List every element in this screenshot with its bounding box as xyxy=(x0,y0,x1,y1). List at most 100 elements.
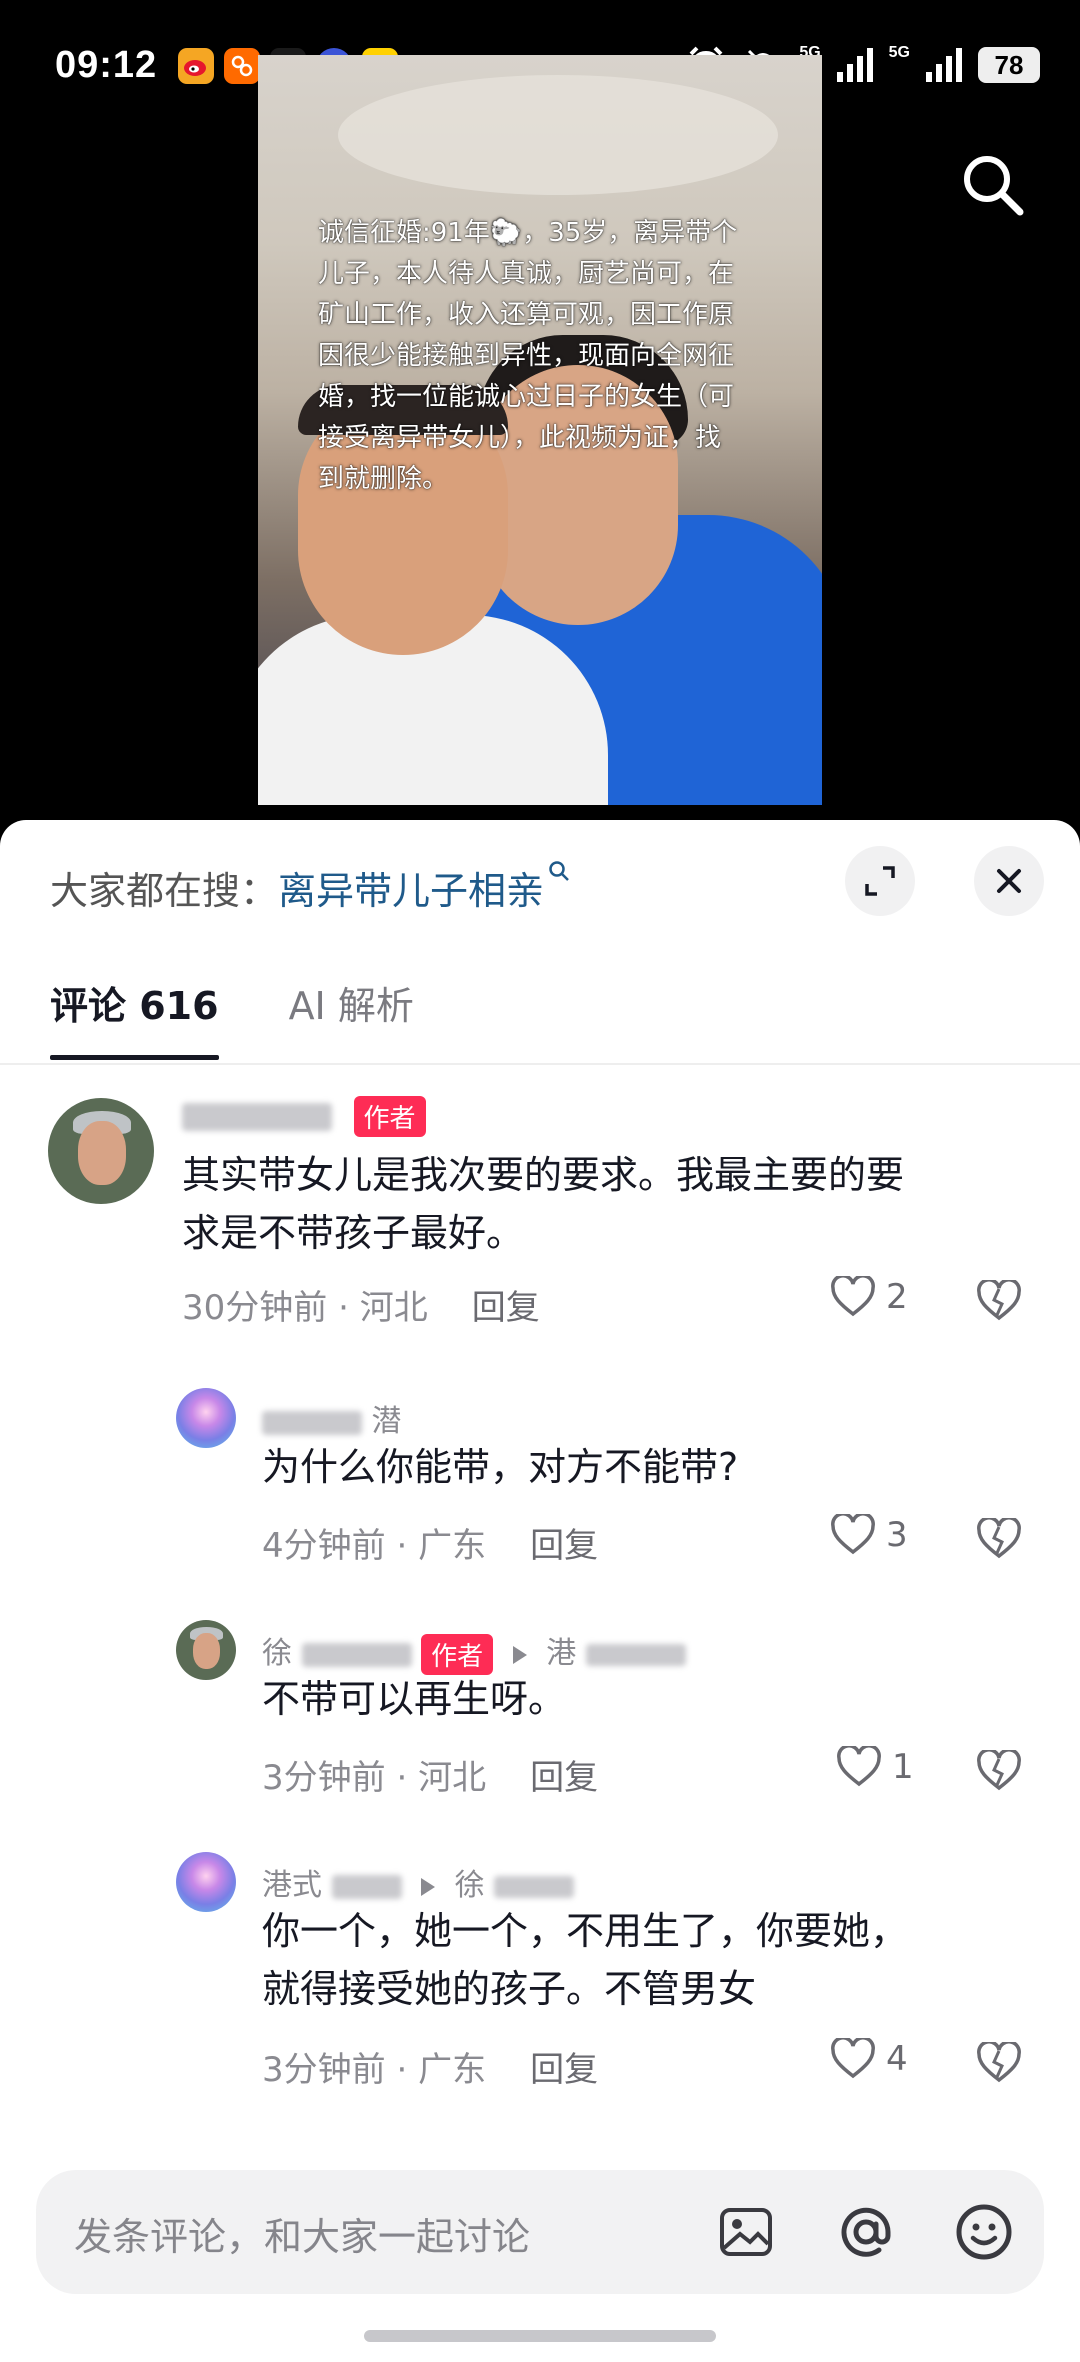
avatar[interactable] xyxy=(176,1620,236,1680)
signal-label-2: 5G xyxy=(888,44,910,61)
reply-to-blurred xyxy=(494,1875,575,1898)
comment-text-line: 你一个，她一个，不用生了，你要她， xyxy=(262,1909,909,1953)
comment-text-line: 为什么你能带，对方不能带? xyxy=(262,1445,739,1489)
comment-tabs: 评论 616 AI 解析 xyxy=(50,975,414,1060)
comment-input[interactable]: 发条评论，和大家一起讨论 xyxy=(74,2206,530,2261)
meta-separator: · xyxy=(385,2050,419,2090)
comment-text-line: 其实带女儿是我次要的要求。我最主要的要 xyxy=(182,1153,905,1197)
username-visible-part: 潜 xyxy=(371,1404,402,1439)
username-visible-part: 徐 xyxy=(262,1636,292,1671)
meta-separator: · xyxy=(385,1526,419,1566)
reply-button[interactable]: 回复 xyxy=(472,1288,540,1328)
comment-username[interactable]: 徐 作者 港 xyxy=(262,1628,686,1675)
author-badge: 作者 xyxy=(353,1096,426,1137)
heart-icon xyxy=(831,1276,875,1317)
video-background xyxy=(338,75,778,195)
like-count: 2 xyxy=(886,1277,908,1317)
reply-arrow-icon xyxy=(421,1877,436,1896)
avatar[interactable] xyxy=(48,1098,154,1204)
comment-meta: 3分钟前 · 河北 回复 xyxy=(262,1750,598,1799)
reply-to-name: 港 xyxy=(546,1636,577,1671)
comment-location: 广东 xyxy=(418,1526,487,1566)
like-button[interactable]: 1 xyxy=(836,1746,914,1788)
like-count: 3 xyxy=(886,1515,908,1555)
comment-text: 你一个，她一个，不用生了，你要她， 就得接受她的孩子。不管男女 xyxy=(262,1902,908,2018)
mention-icon[interactable] xyxy=(836,2202,896,2262)
comment-sheet: 大家都在搜：离异带儿子相亲 评论 616 AI 解析 作者 其实带女儿是我次要的… xyxy=(0,820,1080,2362)
like-count: 1 xyxy=(892,1747,914,1787)
comment-input-bar[interactable]: 发条评论，和大家一起讨论 xyxy=(36,2170,1044,2294)
avatar[interactable] xyxy=(176,1852,236,1912)
heart-icon xyxy=(831,2038,875,2079)
comment-location: 河北 xyxy=(359,1288,428,1328)
username-blurred xyxy=(331,1874,402,1899)
like-button[interactable]: 3 xyxy=(830,1514,908,1556)
close-icon xyxy=(997,869,1021,893)
image-icon[interactable] xyxy=(718,2206,774,2258)
dislike-icon[interactable] xyxy=(976,2042,1022,2084)
comment-username[interactable]: 潜 xyxy=(262,1396,402,1440)
comment-meta: 4分钟前 · 广东 回复 xyxy=(262,1518,598,1567)
comment-time: 3分钟前 xyxy=(262,2050,386,2090)
comment-time: 4分钟前 xyxy=(262,1526,386,1566)
dislike-icon[interactable] xyxy=(976,1750,1022,1792)
meta-separator: · xyxy=(327,1288,360,1328)
dislike-icon[interactable] xyxy=(976,1280,1022,1322)
comment-meta: 30分钟前 · 河北 回复 xyxy=(182,1280,540,1329)
comment-text-line: 求是不带孩子最好。 xyxy=(182,1211,525,1255)
like-button[interactable]: 4 xyxy=(830,2038,908,2080)
avatar-face xyxy=(192,1633,221,1670)
app-orange-icon xyxy=(224,48,260,84)
expand-button[interactable] xyxy=(845,846,915,916)
dislike-icon[interactable] xyxy=(976,1518,1022,1560)
comment-meta: 3分钟前 · 广东 回复 xyxy=(262,2042,598,2091)
hot-search-bar: 大家都在搜：离异带儿子相亲 xyxy=(50,860,570,915)
heart-icon xyxy=(831,1514,875,1555)
username-blurred xyxy=(182,1102,332,1131)
hot-search-link[interactable]: 离异带儿子相亲 xyxy=(278,869,544,913)
comment-text-line: 不带可以再生呀。 xyxy=(262,1677,567,1721)
comment-text: 其实带女儿是我次要的要求。我最主要的要 求是不带孩子最好。 xyxy=(182,1146,904,1262)
comment-time: 30分钟前 xyxy=(182,1288,328,1328)
signal-bars-2-icon xyxy=(926,48,962,82)
hot-search-prefix: 大家都在搜： xyxy=(50,869,279,913)
video-player[interactable]: 诚信征婚:91年🐑，35岁，离异带个儿子，本人待人真诚，厨艺尚可，在矿山工作，收… xyxy=(258,55,822,805)
battery-indicator: 78 xyxy=(978,47,1040,83)
reply-button[interactable]: 回复 xyxy=(530,1526,598,1566)
reply-arrow-icon xyxy=(512,1645,527,1664)
username-visible-part: 港式 xyxy=(262,1868,322,1903)
reply-to-name: 徐 xyxy=(454,1868,485,1903)
avatar-face xyxy=(77,1121,127,1185)
close-button[interactable] xyxy=(974,846,1044,916)
reply-to-blurred xyxy=(585,1643,686,1666)
search-icon[interactable] xyxy=(958,150,1028,220)
tab-divider xyxy=(0,1063,1080,1065)
status-time: 09:12 xyxy=(55,44,158,86)
tab-ai-analysis[interactable]: AI 解析 xyxy=(289,975,414,1060)
username-blurred xyxy=(301,1642,412,1667)
comment-text: 不带可以再生呀。 xyxy=(262,1670,566,1728)
username-blurred xyxy=(262,1410,362,1435)
comment-location: 广东 xyxy=(418,2050,487,2090)
tab-comments[interactable]: 评论 616 xyxy=(50,975,219,1060)
comment-time: 3分钟前 xyxy=(262,1758,386,1798)
author-badge: 作者 xyxy=(421,1634,494,1675)
expand-icon xyxy=(865,866,895,896)
comment-username[interactable]: 港式 徐 xyxy=(262,1860,575,1904)
video-caption-overlay: 诚信征婚:91年🐑，35岁，离异带个儿子，本人待人真诚，厨艺尚可，在矿山工作，收… xyxy=(318,218,738,494)
comment-username[interactable]: 作者 xyxy=(182,1096,426,1137)
like-button[interactable]: 2 xyxy=(830,1276,908,1318)
emoji-icon[interactable] xyxy=(954,2202,1014,2262)
home-indicator[interactable] xyxy=(364,2330,716,2342)
weibo-icon xyxy=(178,48,214,84)
search-small-icon xyxy=(549,861,569,881)
heart-icon xyxy=(837,1746,881,1787)
comment-text-line: 就得接受她的孩子。不管男女 xyxy=(262,1967,757,2011)
avatar[interactable] xyxy=(176,1388,236,1448)
reply-button[interactable]: 回复 xyxy=(530,1758,598,1798)
signal-bars-1-icon xyxy=(836,48,873,82)
meta-separator: · xyxy=(385,1758,419,1798)
comment-text: 为什么你能带，对方不能带? xyxy=(262,1438,738,1496)
comment-location: 河北 xyxy=(418,1758,487,1798)
reply-button[interactable]: 回复 xyxy=(530,2050,598,2090)
